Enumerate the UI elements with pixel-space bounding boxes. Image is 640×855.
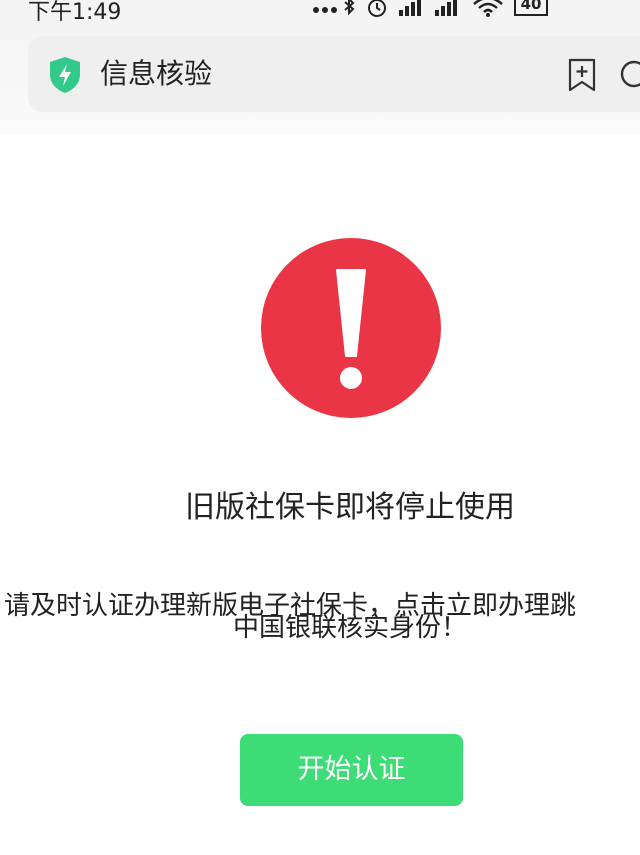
message-heading: 旧版社保卡即将停止使用 xyxy=(185,490,515,525)
alarm-icon xyxy=(368,0,386,17)
bluetooth-icon xyxy=(344,0,355,16)
battery-indicator: 40 xyxy=(514,0,548,16)
status-bar: 下午1:49 40 xyxy=(0,0,640,25)
signal-icon-2 xyxy=(435,0,457,16)
screen: 下午1:49 40 信息核验 旧版社保卡即将停止使用 请及时认证办理新版电子社保… xyxy=(0,0,640,855)
warning-icon xyxy=(261,238,441,418)
status-time: 下午1:49 xyxy=(28,0,122,25)
more-dots-icon xyxy=(313,7,337,13)
start-verification-button[interactable]: 开始认证 xyxy=(240,734,463,806)
wifi-icon xyxy=(473,0,503,17)
signal-icon-1 xyxy=(399,0,421,16)
message-body-line2: 中国银联核实身份！ xyxy=(232,613,467,643)
page-title: 信息核验 xyxy=(100,57,213,90)
search-icon[interactable] xyxy=(618,58,640,92)
shield-icon xyxy=(50,57,80,93)
add-bookmark-icon[interactable] xyxy=(566,58,598,92)
